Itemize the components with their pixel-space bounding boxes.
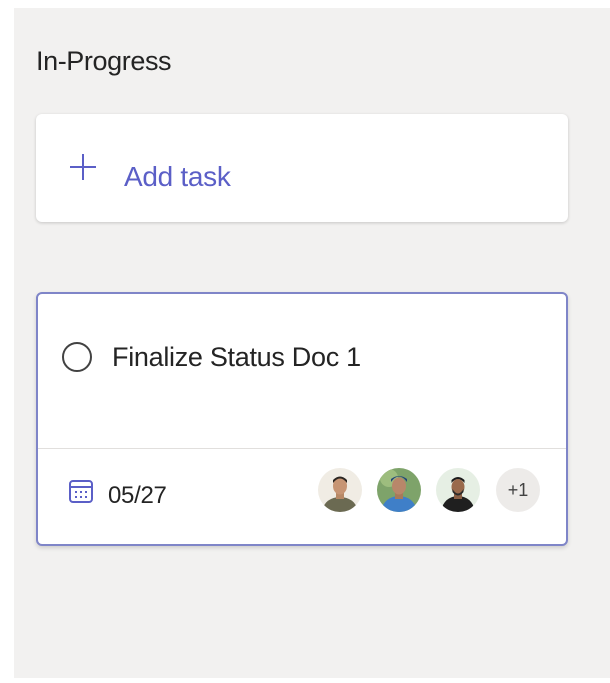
assignee-avatar-2[interactable]: [377, 468, 421, 512]
due-date[interactable]: 05/27: [108, 482, 167, 510]
calendar-icon: [68, 478, 94, 504]
bucket-column: In-Progress Add task Finalize Status Doc…: [14, 8, 610, 678]
card-divider: [38, 448, 566, 449]
task-card[interactable]: Finalize Status Doc 1 05/27 +1: [36, 292, 568, 546]
plus-icon: [68, 152, 98, 182]
complete-task-checkbox[interactable]: [62, 342, 92, 372]
add-task-label: Add task: [124, 161, 231, 192]
task-title[interactable]: Finalize Status Doc 1: [112, 342, 361, 373]
column-title: In-Progress: [36, 46, 172, 76]
assignee-avatar-1[interactable]: [318, 468, 362, 512]
add-task-button[interactable]: Add task: [36, 114, 568, 222]
assignee-avatar-3[interactable]: [436, 468, 480, 512]
more-assignees-badge[interactable]: +1: [496, 468, 540, 512]
